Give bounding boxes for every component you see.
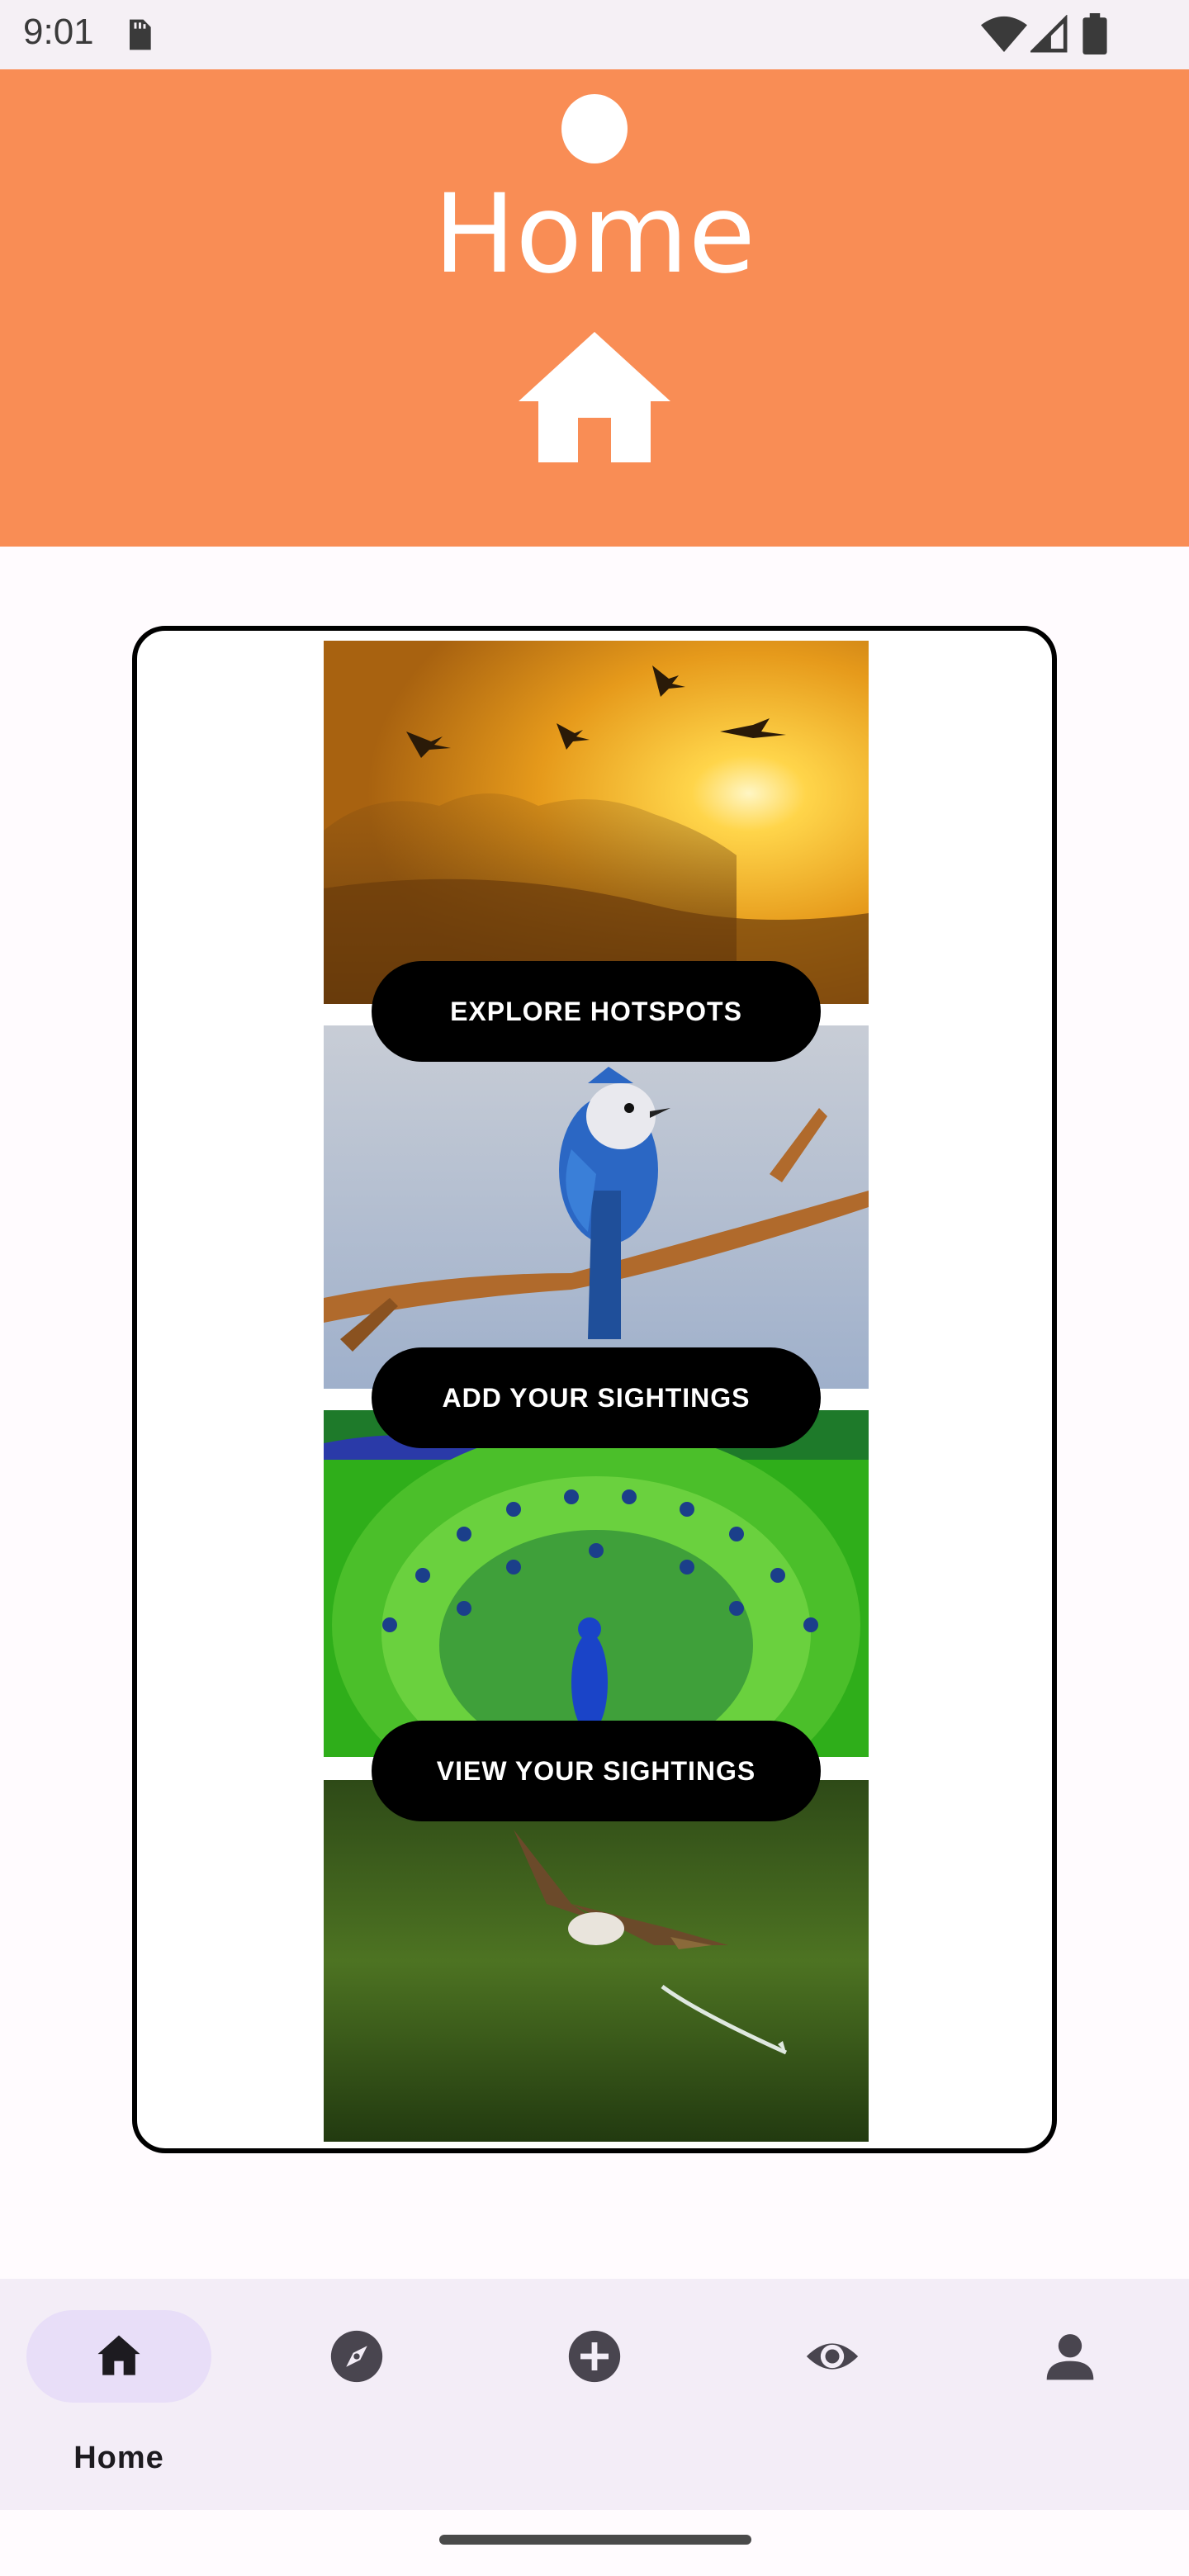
nav-item-profile[interactable] (951, 2279, 1189, 2510)
header-banner: Home (0, 69, 1189, 547)
battery-icon (1082, 13, 1107, 54)
page-title: Home (433, 171, 756, 298)
peacock-fanned-tail-image (324, 1410, 869, 1757)
status-time: 9:01 (23, 12, 94, 52)
nav-item-view[interactable] (713, 2279, 951, 2510)
add-sightings-button[interactable]: ADD YOUR SIGHTINGS (372, 1347, 821, 1448)
eye-icon (806, 2343, 859, 2370)
home-icon (519, 332, 670, 462)
nav-item-explore[interactable] (238, 2279, 476, 2510)
wifi-icon (981, 16, 1027, 52)
eagle-catching-fish-image (324, 1780, 869, 2142)
geese-flying-sunset-image (324, 641, 869, 1004)
compass-icon (330, 2330, 383, 2383)
sd-card-icon (130, 19, 151, 50)
explore-hotspots-button[interactable]: EXPLORE HOTSPOTS (372, 961, 821, 1062)
view-sightings-button[interactable]: VIEW YOUR SIGHTINGS (372, 1721, 821, 1821)
cell-signal-icon (1030, 15, 1068, 53)
camera-cutout (561, 94, 628, 163)
nav-label-home: Home (73, 2441, 164, 2475)
person-icon (1046, 2334, 1094, 2380)
status-bar: 9:01 (0, 0, 1189, 69)
nav-item-add[interactable] (476, 2279, 713, 2510)
gesture-handle[interactable] (439, 2535, 751, 2545)
home-icon (97, 2335, 140, 2375)
blue-jay-on-branch-image (324, 1025, 869, 1389)
nav-item-home[interactable]: Home (0, 2279, 238, 2510)
add-circle-icon (568, 2330, 621, 2383)
bottom-navigation: Home (0, 2279, 1189, 2510)
